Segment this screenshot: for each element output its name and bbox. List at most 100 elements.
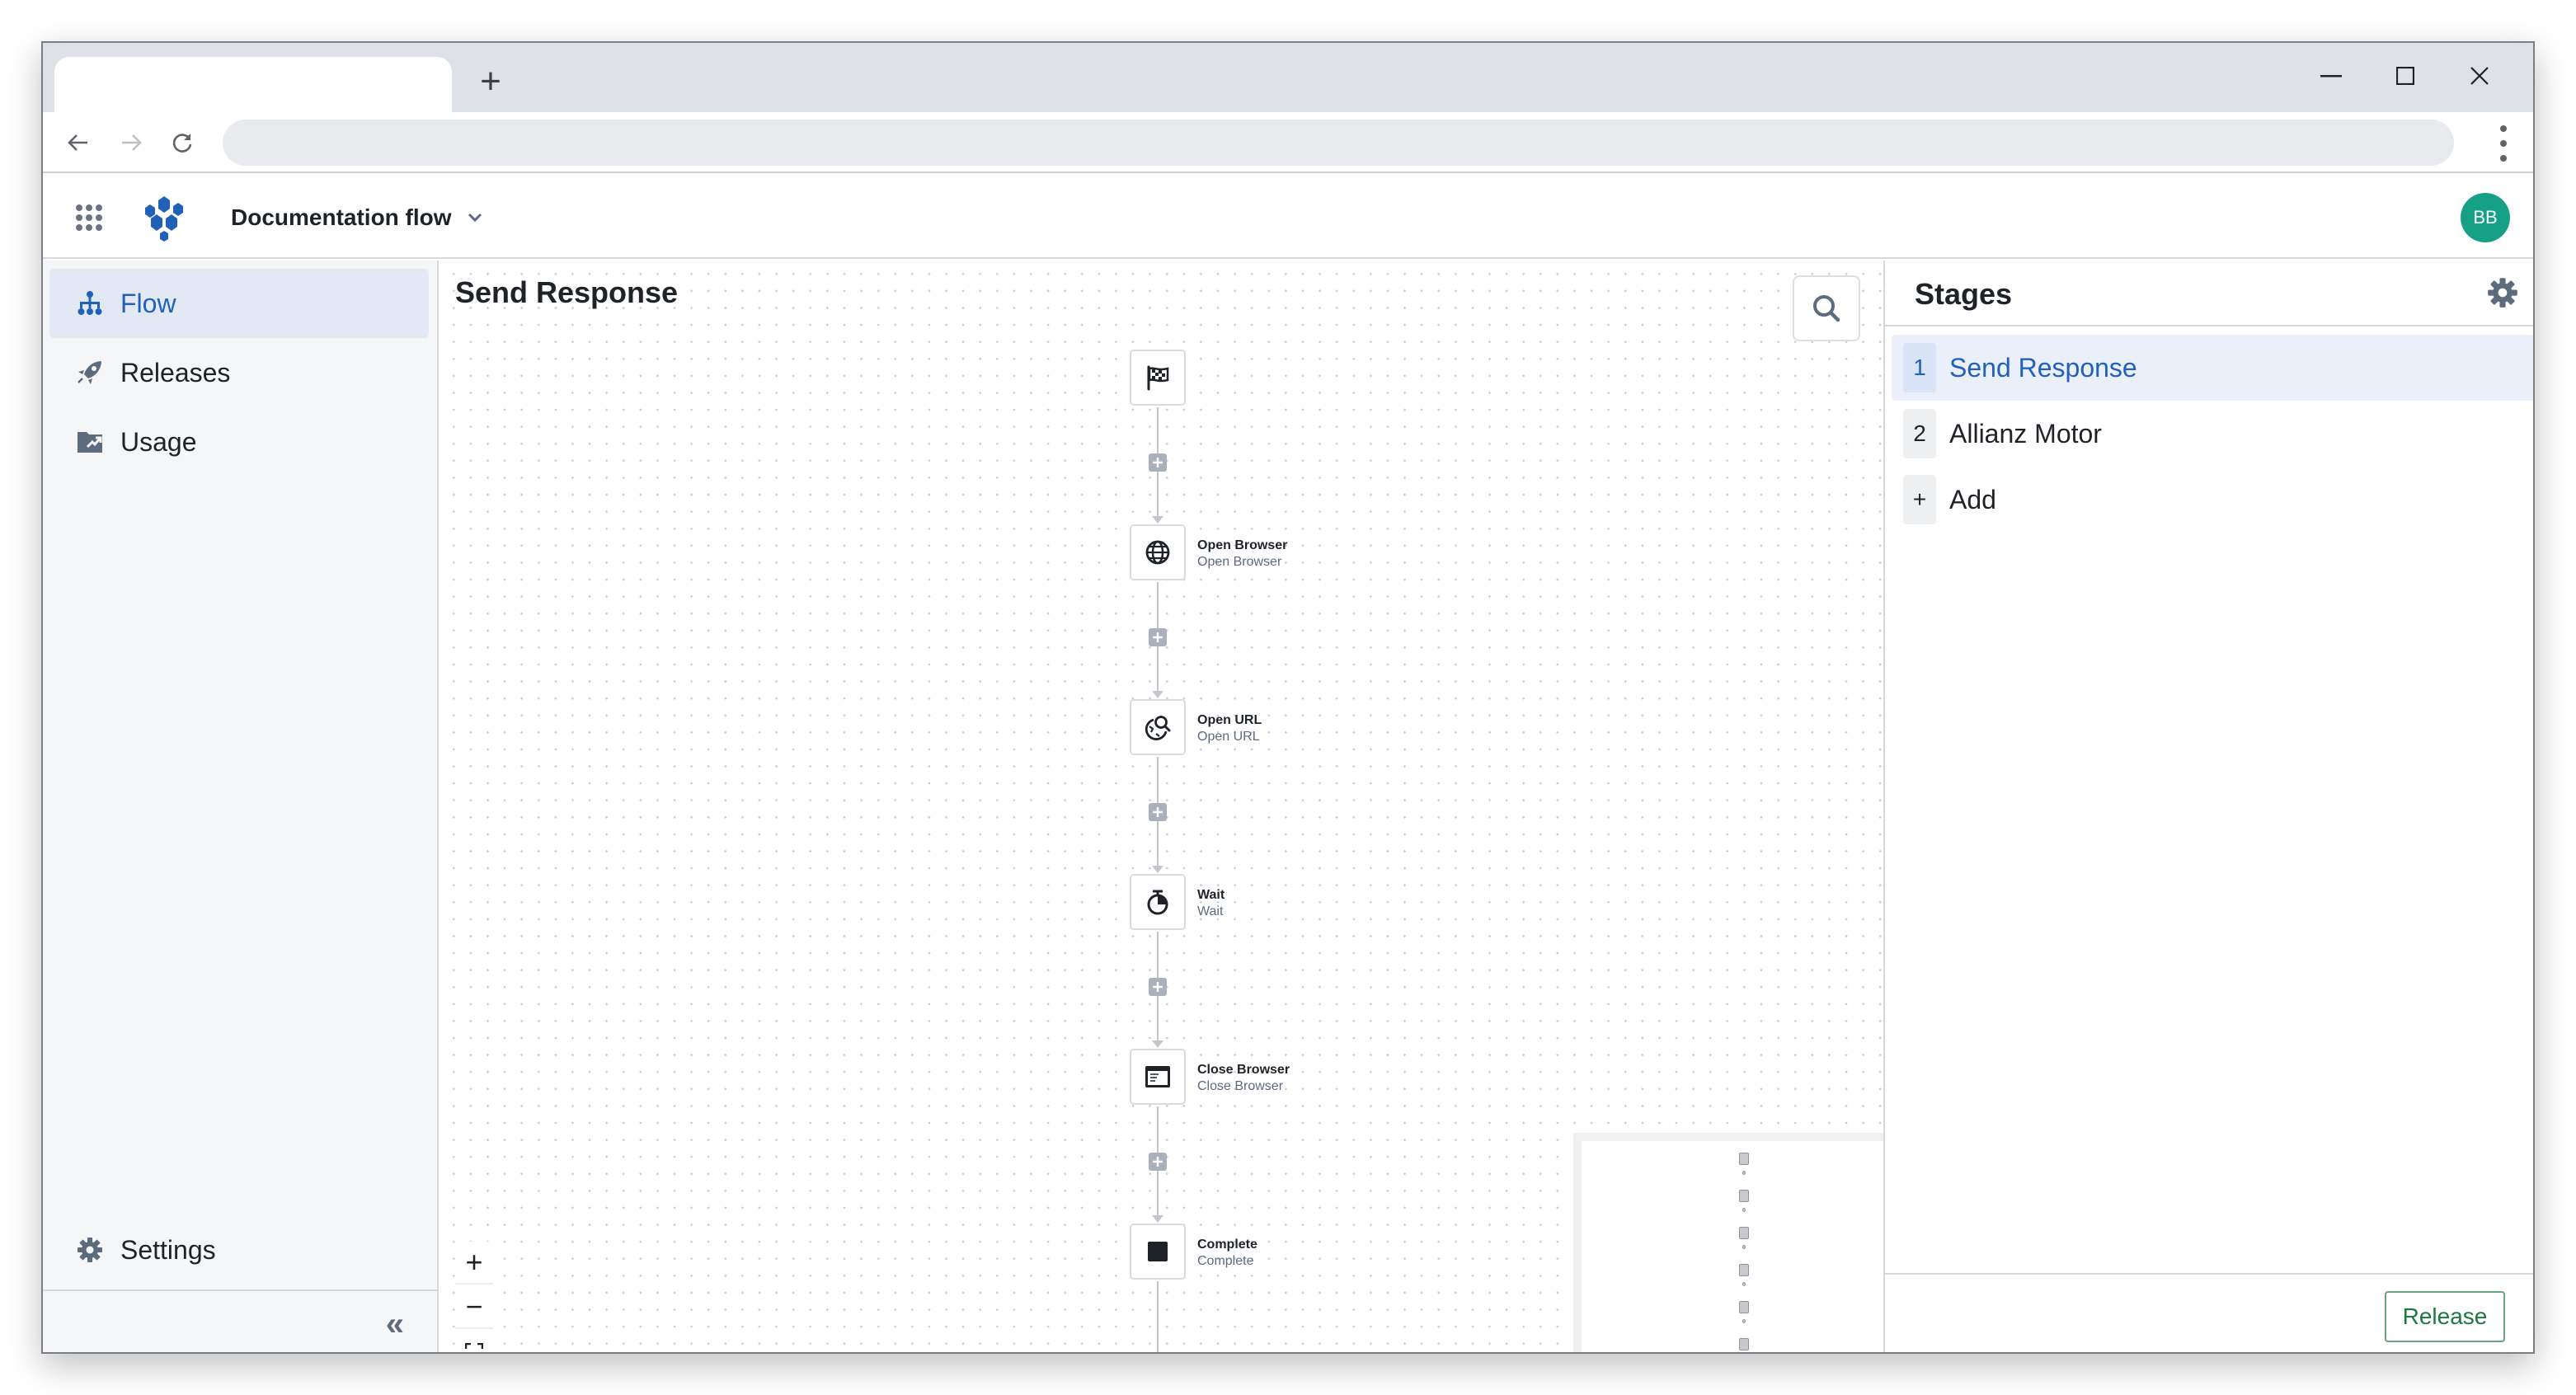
stage-number: 1 — [1903, 343, 1936, 392]
flow-node-label: Complete Complete — [1197, 1237, 1257, 1270]
node-subtitle: Open Browser — [1197, 555, 1282, 569]
sitemap-icon — [76, 289, 104, 317]
gear-icon[interactable] — [2487, 277, 2518, 308]
reload-icon — [172, 134, 192, 153]
minimap-add-marker — [1742, 1319, 1746, 1323]
flow-node[interactable] — [1130, 1049, 1186, 1105]
sidebar-item-usage[interactable]: Usage — [49, 407, 429, 477]
fit-view-icon — [465, 1343, 483, 1349]
address-bar[interactable] — [223, 120, 2454, 166]
arrow-right-icon — [122, 134, 142, 151]
sidebar-item-label: Flow — [120, 288, 176, 318]
add-step-button[interactable] — [1149, 802, 1167, 821]
minimap-node — [1739, 1264, 1749, 1276]
browser-tab[interactable] — [54, 57, 452, 113]
minimap-node — [1739, 1190, 1749, 1202]
flow-canvas[interactable]: Send Response Open Browser Open Browser … — [440, 261, 1905, 1352]
arrow-left-icon — [68, 134, 87, 151]
flow-node-label: Wait Wait — [1197, 887, 1225, 920]
node-title: Close Browser — [1197, 1063, 1290, 1077]
sidebar: Flow Releases Usage Settings « — [43, 261, 439, 1352]
stages-title: Stages — [1915, 277, 2013, 311]
back-button[interactable] — [56, 120, 101, 165]
globe-icon — [1145, 540, 1170, 565]
flow-node-label: Open Browser Open Browser — [1197, 538, 1287, 571]
add-step-button[interactable] — [1149, 1152, 1167, 1171]
app-header: Documentation flow BB — [43, 176, 2533, 259]
minimap-add-marker — [1742, 1282, 1746, 1286]
minimap-add-marker — [1742, 1208, 1746, 1212]
flow-node-label: Close Browser Close Browser — [1197, 1062, 1290, 1095]
minimap-node — [1739, 1153, 1749, 1165]
flow-node-start[interactable] — [1130, 350, 1186, 406]
chevron-down-icon — [468, 213, 482, 223]
flow-node-label: Open URL Open URL — [1197, 712, 1262, 745]
node-title: Open URL — [1197, 713, 1262, 727]
minimap-add-marker — [1742, 1171, 1746, 1175]
arrowhead-icon — [1152, 691, 1163, 698]
plus-icon — [1153, 457, 1163, 467]
add-step-button[interactable] — [1149, 977, 1167, 996]
minimap-viewport — [1582, 1141, 1897, 1352]
add-step-button[interactable] — [1149, 453, 1167, 472]
flow-selector[interactable]: Documentation flow — [231, 201, 483, 234]
minimize-icon — [2320, 75, 2342, 78]
collapse-sidebar-icon[interactable]: « — [386, 1306, 404, 1343]
sidebar-item-releases[interactable]: Releases — [49, 338, 429, 407]
gear-icon — [76, 1236, 104, 1264]
add-stage-button[interactable]: + Add — [1892, 467, 2533, 533]
stage-label: Send Response — [1949, 352, 2137, 383]
release-button[interactable]: Release — [2385, 1291, 2505, 1342]
zoom-in-button[interactable]: + — [455, 1242, 493, 1285]
flow-node[interactable] — [1130, 874, 1186, 930]
arrowhead-icon — [1152, 866, 1163, 873]
node-title: Complete — [1197, 1238, 1257, 1252]
fit-view-button[interactable] — [455, 1331, 493, 1352]
close-window-button[interactable] — [2442, 51, 2517, 101]
stages-panel: Stages 1 Send Response 2 Allianz Motor +… — [1883, 261, 2533, 1352]
flow-node[interactable] — [1130, 699, 1186, 755]
canvas-search-button[interactable] — [1793, 275, 1860, 341]
sidebar-item-label: Releases — [120, 357, 231, 388]
node-title: Wait — [1197, 888, 1225, 902]
minimap-node — [1739, 1301, 1749, 1313]
plus-icon — [1153, 981, 1163, 992]
node-subtitle: Close Browser — [1197, 1079, 1284, 1093]
browser-window: + Documentation flow BB Flow Releases Us… — [41, 41, 2535, 1354]
browser-menu-icon[interactable] — [2495, 125, 2512, 162]
flow-node[interactable] — [1130, 524, 1186, 580]
add-stage-label: Add — [1949, 484, 1996, 514]
stage-label: Allianz Motor — [1949, 418, 2102, 449]
close-icon — [2470, 67, 2489, 85]
plus-icon — [1153, 632, 1163, 642]
canvas-title: Send Response — [455, 275, 679, 309]
stopwatch-icon — [1147, 890, 1168, 915]
reload-button[interactable] — [160, 120, 204, 165]
sidebar-item-settings[interactable]: Settings — [49, 1215, 429, 1285]
forward-button[interactable] — [109, 120, 153, 165]
plus-icon: + — [1903, 475, 1936, 524]
search-icon — [1813, 295, 1840, 322]
stages-header: Stages — [1885, 261, 2533, 326]
app-launcher-icon[interactable] — [76, 204, 102, 231]
sidebar-item-label: Settings — [120, 1234, 216, 1265]
maximize-icon — [2396, 67, 2414, 85]
maximize-button[interactable] — [2368, 51, 2442, 101]
avatar[interactable]: BB — [2461, 193, 2510, 242]
minimize-button[interactable] — [2294, 51, 2368, 101]
arrowhead-icon — [1152, 1215, 1163, 1223]
add-step-button[interactable] — [1149, 627, 1167, 646]
tab-strip: + — [43, 43, 2533, 113]
minimap[interactable] — [1573, 1133, 1905, 1352]
stage-item[interactable]: 1 Send Response — [1892, 335, 2533, 401]
node-subtitle: Wait — [1197, 904, 1224, 918]
new-tab-button[interactable]: + — [470, 61, 511, 102]
sidebar-item-flow[interactable]: Flow — [49, 269, 429, 338]
node-subtitle: Complete — [1197, 1254, 1254, 1268]
zoom-out-button[interactable]: − — [455, 1286, 493, 1329]
flow-node-end[interactable] — [1130, 1224, 1186, 1280]
globe-search-icon — [1145, 716, 1171, 740]
stage-item[interactable]: 2 Allianz Motor — [1892, 401, 2533, 467]
arrowhead-icon — [1152, 1040, 1163, 1048]
flow-name: Documentation flow — [231, 204, 452, 230]
